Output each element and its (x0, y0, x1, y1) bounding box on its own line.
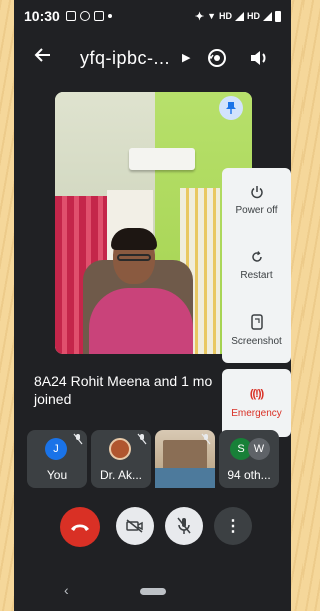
emergency-icon: ((!)) (249, 387, 264, 400)
wifi-icon: ▼ (207, 11, 216, 21)
power-off-button[interactable]: Power off (222, 168, 291, 233)
whatsapp-icon (79, 11, 90, 21)
end-call-button[interactable] (60, 507, 100, 547)
caret-right-icon[interactable]: ▶ (182, 51, 190, 64)
system-icons: ✦ ▼ HD HD (195, 10, 281, 23)
network-label-2: HD (247, 11, 260, 21)
meeting-header: yfq-ipbc-... ▶ (14, 40, 291, 76)
screenshot-button[interactable]: Screenshot (222, 298, 291, 363)
air-conditioner-image (129, 148, 195, 170)
camera-off-icon (126, 519, 143, 533)
participant-tile-you[interactable]: J You (27, 430, 87, 488)
video-thumbnail-floor (155, 468, 215, 488)
participant-name: Dr. Ak... (99, 468, 142, 482)
phone-screen: 10:30 ✦ ▼ HD HD yfq-ipbc-... ▶ Power off… (14, 0, 291, 611)
app-icon (93, 11, 104, 21)
vibrate-icon: ✦ (194, 10, 205, 23)
pin-icon[interactable] (219, 96, 243, 120)
avatar-photo (109, 438, 131, 460)
signal-icon-2 (263, 11, 272, 21)
power-icon (250, 186, 263, 199)
battery-icon (275, 10, 281, 22)
speaker-icon[interactable] (248, 47, 270, 69)
power-menu: Power off Restart Screenshot ((!)) Emerg… (222, 168, 291, 437)
message-icon (65, 11, 76, 21)
participant-hair (111, 228, 157, 250)
participant-name: 94 oth... (227, 468, 271, 482)
mic-off-icon (177, 517, 191, 534)
participant-name: You (46, 468, 68, 482)
mic-off-icon (137, 433, 147, 448)
screenshot-icon (250, 314, 263, 330)
signal-icon-1 (235, 11, 244, 21)
mic-toggle-button[interactable] (165, 507, 203, 545)
nav-back-icon[interactable]: ‹ (64, 582, 69, 598)
power-off-label: Power off (235, 205, 278, 216)
emergency-button[interactable]: ((!)) Emergency (222, 369, 291, 437)
mic-off-icon (73, 433, 83, 448)
emergency-label: Emergency (231, 407, 282, 419)
participant-tile-dr-ak[interactable]: Dr. Ak... (91, 430, 151, 488)
meeting-code[interactable]: yfq-ipbc-... (80, 48, 170, 69)
restart-icon (251, 251, 262, 262)
avatar-group: S W (230, 438, 270, 460)
participant-glasses (117, 254, 151, 261)
hang-up-icon (71, 524, 89, 531)
participant-body (89, 288, 193, 354)
participant-tile-video[interactable] (155, 430, 215, 488)
network-label-1: HD (219, 11, 232, 21)
status-bar: 10:30 ✦ ▼ HD HD (14, 0, 291, 32)
more-notifications-icon (107, 14, 112, 18)
more-options-button[interactable]: ⋮ (214, 507, 252, 545)
arrow-left-icon[interactable] (34, 46, 52, 70)
system-nav-bar: ‹ (14, 578, 291, 606)
participant-strip: J You Dr. Ak... S W 94 oth... (27, 430, 291, 488)
avatar: W (248, 438, 270, 460)
switch-camera-icon[interactable] (206, 47, 228, 69)
avatar: J (45, 438, 67, 460)
mic-off-icon (201, 433, 211, 448)
participant-tile-others[interactable]: S W 94 oth... (219, 430, 279, 488)
status-time: 10:30 (24, 8, 60, 24)
power-menu-group: Power off Restart Screenshot (222, 168, 291, 363)
camera-toggle-button[interactable] (116, 507, 154, 545)
join-notification: 8A24 Rohit Meena and 1 mo joined (34, 373, 213, 407)
restart-label: Restart (240, 270, 273, 281)
notification-icons (65, 11, 112, 21)
nav-home-pill[interactable] (140, 588, 166, 595)
call-controls: ⋮ (14, 507, 291, 547)
restart-button[interactable]: Restart (222, 233, 291, 298)
screenshot-label: Screenshot (231, 336, 282, 347)
